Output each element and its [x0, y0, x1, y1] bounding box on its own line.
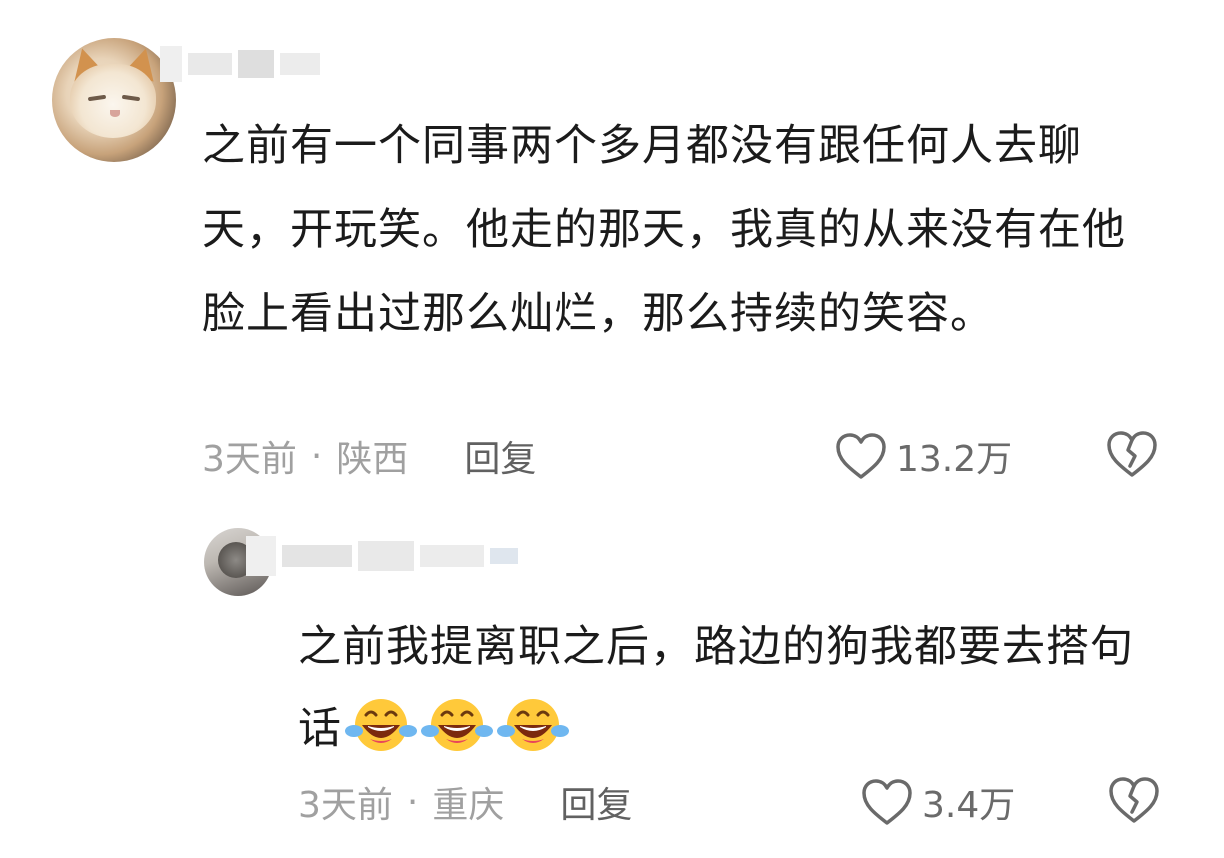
blur-block	[490, 548, 518, 564]
avatar-cat-nose	[110, 110, 120, 117]
reply-button[interactable]: 回复	[464, 430, 536, 482]
laughing-with-tears-emoji-icon	[497, 699, 569, 751]
blur-block	[238, 50, 274, 78]
reply-username-blurred[interactable]	[246, 528, 536, 584]
blur-block	[160, 46, 182, 82]
blur-block	[188, 53, 232, 75]
blur-block	[280, 53, 320, 75]
blur-block	[246, 536, 276, 576]
blur-block	[358, 541, 414, 571]
comment-time: 3天前	[202, 439, 297, 480]
heart-outline-icon	[862, 779, 912, 825]
commenter-username-blurred[interactable]	[160, 44, 330, 84]
like-button[interactable]: 13.2万	[834, 428, 1012, 484]
meta-separator: ·	[310, 435, 323, 477]
comment-text: 之前有一个同事两个多月都没有跟任何人去聊天，开玩笑。他走的那天，我真的从来没有在…	[202, 121, 1126, 339]
comment-meta: 3天前 · 陕西 回复	[202, 430, 536, 482]
laughing-with-tears-emoji-icon	[421, 699, 493, 751]
broken-heart-icon	[1107, 431, 1157, 477]
dislike-button[interactable]	[1106, 774, 1162, 830]
reply-button[interactable]: 回复	[560, 776, 632, 828]
broken-heart-icon	[1109, 777, 1159, 823]
dislike-button[interactable]	[1104, 428, 1160, 484]
blur-block	[420, 545, 484, 567]
heart-outline-icon	[836, 433, 886, 479]
comment-location: 陕西	[336, 439, 409, 480]
reply-text-container: 之前我提离职之后，路边的狗我都要去搭句话	[298, 606, 1158, 770]
like-count: 13.2万	[896, 439, 1013, 480]
meta-separator: ·	[406, 781, 419, 823]
reply-location: 重庆	[432, 785, 505, 826]
avatar-cat-face	[70, 64, 156, 138]
like-count: 3.4万	[922, 785, 1016, 826]
reply-time: 3天前	[298, 785, 393, 826]
reply-meta: 3天前 · 重庆 回复	[298, 776, 632, 828]
laughing-with-tears-emoji-icon	[345, 699, 417, 751]
like-button[interactable]: 3.4万	[860, 774, 1015, 830]
commenter-avatar[interactable]	[52, 38, 176, 162]
blur-block	[282, 545, 352, 567]
